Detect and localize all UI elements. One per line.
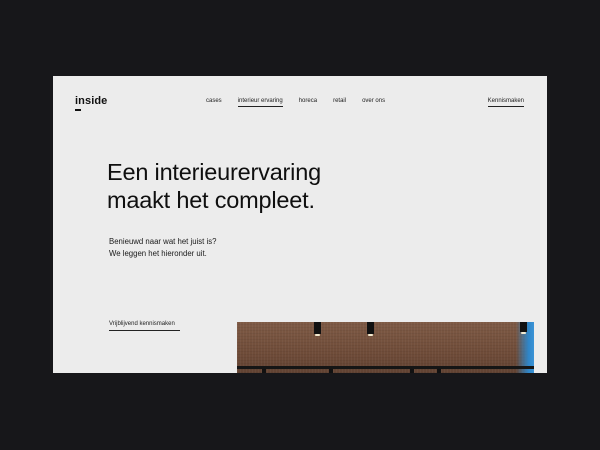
rail-spot-2 — [329, 369, 333, 373]
lighting-rail — [237, 366, 534, 369]
rail-spot-3 — [410, 369, 414, 373]
nav-item-cases[interactable]: cases — [206, 98, 222, 107]
page-headline: Een interieurervaring maakt het compleet… — [107, 158, 407, 214]
lamp-glow-2 — [368, 334, 373, 336]
main-nav: cases interieur ervaring horeca retail o… — [206, 98, 401, 107]
lamp-glow-1 — [315, 334, 320, 336]
intro-line-1: Benieuwd naar wat het juist is? — [109, 237, 217, 246]
nav-item-horeca[interactable]: horeca — [299, 98, 317, 107]
nav-item-retail[interactable]: retail — [333, 98, 346, 107]
intro-line-2: We leggen het hieronder uit. — [109, 249, 207, 258]
pendant-lamp-1 — [314, 322, 321, 336]
logo-text: inside — [75, 95, 108, 107]
kennismaken-link[interactable]: Kennismaken — [487, 98, 524, 107]
intro-text: Benieuwd naar wat het juist is? We legge… — [109, 236, 329, 260]
nav-item-interieur-ervaring[interactable]: interieur ervaring — [237, 98, 283, 107]
headline-line-2: maakt het compleet. — [107, 187, 315, 213]
website-frame: inside cases interieur ervaring horeca r… — [53, 76, 547, 373]
rail-spot-1 — [262, 369, 266, 373]
rail-spot-4 — [437, 369, 441, 373]
logo[interactable]: inside — [75, 95, 108, 111]
lamp-glow-3 — [521, 332, 526, 334]
nav-item-over-ons[interactable]: over ons — [362, 98, 385, 107]
pendant-lamp-2 — [367, 322, 374, 336]
logo-underline — [75, 109, 81, 111]
pendant-lamp-3 — [520, 322, 527, 334]
interior-photo — [237, 322, 534, 373]
vrijblijvend-kennismaken-link[interactable]: Vrijblijvend kennismaken — [109, 321, 180, 331]
headline-line-1: Een interieurervaring — [107, 159, 321, 185]
